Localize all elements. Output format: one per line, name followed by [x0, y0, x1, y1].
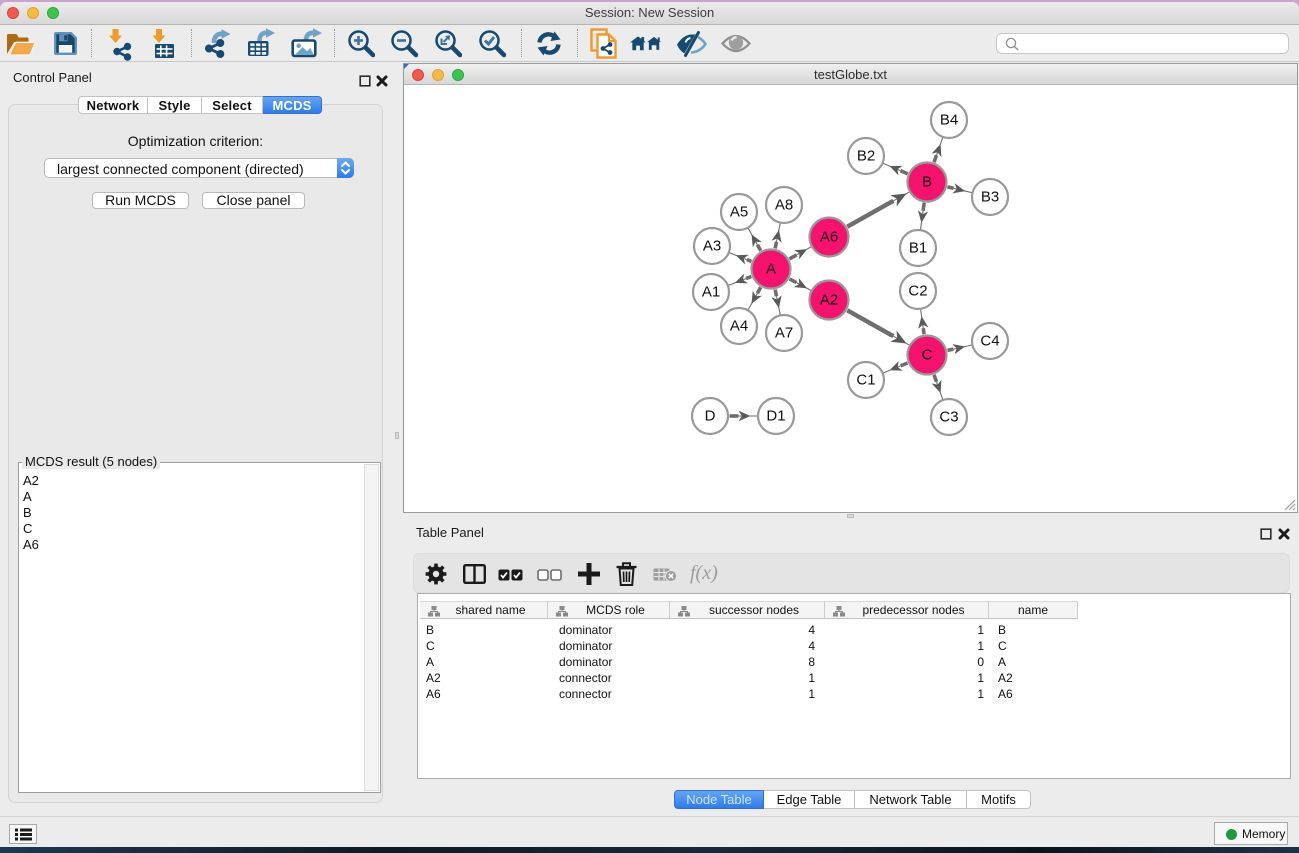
svg-text:B2: B2	[857, 148, 875, 165]
svg-text:A5: A5	[730, 204, 748, 221]
svg-text:C2: C2	[908, 283, 927, 300]
svg-text:A1: A1	[702, 284, 720, 301]
svg-text:A4: A4	[730, 318, 748, 335]
svg-text:B3: B3	[981, 189, 999, 206]
svg-text:C4: C4	[980, 333, 999, 350]
svg-text:C: C	[922, 347, 933, 364]
svg-text:B1: B1	[909, 240, 927, 257]
svg-text:A3: A3	[703, 238, 721, 255]
svg-text:A6: A6	[820, 229, 838, 246]
svg-text:A: A	[766, 261, 776, 278]
svg-text:C1: C1	[856, 372, 875, 389]
svg-text:A2: A2	[820, 292, 838, 309]
svg-text:B: B	[922, 174, 932, 191]
svg-text:A7: A7	[775, 325, 793, 342]
svg-text:A8: A8	[775, 197, 793, 214]
svg-text:D1: D1	[766, 408, 785, 425]
svg-text:D: D	[705, 408, 716, 425]
svg-text:B4: B4	[940, 112, 958, 129]
svg-text:C3: C3	[939, 409, 958, 426]
